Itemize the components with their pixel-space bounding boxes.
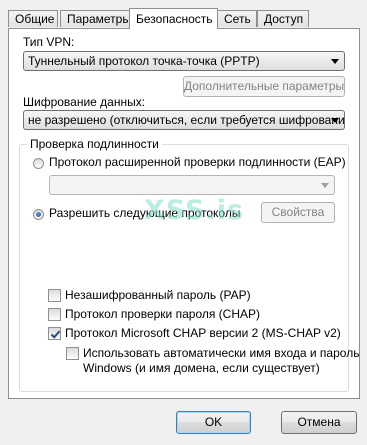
auto-logon-checkbox[interactable] <box>66 347 79 360</box>
properties-button[interactable]: Свойства <box>261 202 335 223</box>
vpn-type-select[interactable]: Туннельный протокол точка-точка (PPTP) <box>23 51 345 71</box>
tab-general[interactable]: Общие <box>8 10 58 27</box>
security-panel: Тип VPN: Туннельный протокол точка-точка… <box>8 28 360 399</box>
pap-label[interactable]: Незашифрованный пароль (PAP) <box>65 288 251 302</box>
mschapv2-checkbox[interactable] <box>48 327 61 340</box>
check-mark-icon <box>50 330 61 339</box>
tab-network[interactable]: Сеть <box>217 10 257 27</box>
encryption-label: Шифрование данных: <box>23 95 146 109</box>
chevron-down-icon <box>331 59 339 64</box>
vpn-type-value: Туннельный протокол точка-точка (PPTP) <box>28 54 260 68</box>
chevron-down-icon <box>331 118 339 123</box>
encryption-select[interactable]: не разрешено (отключиться, если требуетс… <box>23 110 345 130</box>
cancel-button[interactable]: Отмена <box>281 411 357 434</box>
vpn-type-label: Тип VPN: <box>23 35 75 49</box>
allow-protocols-radio[interactable] <box>33 209 44 220</box>
tab-options[interactable]: Параметры <box>60 10 135 27</box>
mschapv2-label[interactable]: Протокол Microsoft CHAP версии 2 (MS-CHA… <box>65 326 341 340</box>
ok-button[interactable]: OK <box>176 411 251 434</box>
auth-group-title: Проверка подлинности <box>27 137 162 151</box>
chevron-down-icon <box>321 183 329 188</box>
auto-logon-label-line1[interactable]: Использовать автоматически имя входа и п… <box>83 346 359 360</box>
watermark-logo: XSS.is <box>144 195 245 226</box>
advanced-settings-button[interactable]: Дополнительные параметры <box>183 76 345 97</box>
encryption-value: не разрешено (отключиться, если требуетс… <box>28 113 345 127</box>
auto-logon-label-line2[interactable]: Windows (и имя домена, если существует) <box>83 361 320 375</box>
tab-security[interactable]: Безопасность <box>129 8 218 29</box>
chap-label[interactable]: Протокол проверки пароля (CHAP) <box>65 307 260 321</box>
tab-sharing[interactable]: Доступ <box>257 10 309 27</box>
tab-strip: Общие Параметры Безопасность Сеть Доступ <box>8 8 360 29</box>
eap-method-select[interactable] <box>49 175 335 195</box>
eap-radio[interactable] <box>33 158 44 169</box>
eap-radio-label[interactable]: Протокол расширенной проверки подлинност… <box>49 155 346 169</box>
chap-checkbox[interactable] <box>48 308 61 321</box>
pap-checkbox[interactable] <box>48 289 61 302</box>
